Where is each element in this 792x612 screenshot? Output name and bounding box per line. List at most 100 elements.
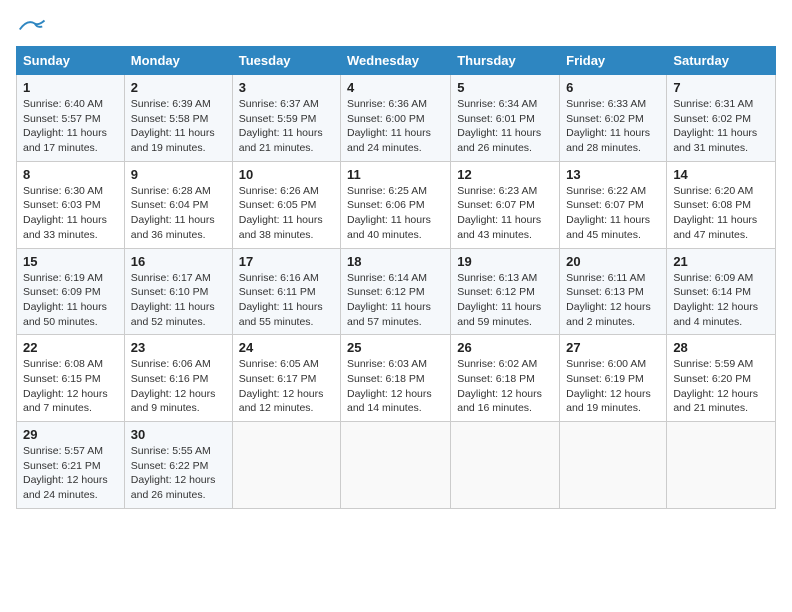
- week-row-5: 29 Sunrise: 5:57 AMSunset: 6:21 PMDayligh…: [17, 422, 776, 509]
- day-info: Sunrise: 6:09 AMSunset: 6:14 PMDaylight:…: [673, 271, 769, 330]
- day-number: 4: [347, 80, 444, 95]
- day-number: 16: [131, 254, 226, 269]
- day-info: Sunrise: 5:57 AMSunset: 6:21 PMDaylight:…: [23, 444, 118, 503]
- day-info: Sunrise: 6:28 AMSunset: 6:04 PMDaylight:…: [131, 184, 226, 243]
- day-info: Sunrise: 6:16 AMSunset: 6:11 PMDaylight:…: [239, 271, 334, 330]
- day-info: Sunrise: 6:06 AMSunset: 6:16 PMDaylight:…: [131, 357, 226, 416]
- day-info: Sunrise: 6:03 AMSunset: 6:18 PMDaylight:…: [347, 357, 444, 416]
- day-number: 28: [673, 340, 769, 355]
- day-info: Sunrise: 6:33 AMSunset: 6:02 PMDaylight:…: [566, 97, 660, 156]
- calendar-cell: 6Sunrise: 6:33 AMSunset: 6:02 PMDaylight…: [560, 75, 667, 162]
- day-info: Sunrise: 6:11 AMSunset: 6:13 PMDaylight:…: [566, 271, 660, 330]
- calendar-cell: [667, 422, 776, 509]
- calendar-cell: [560, 422, 667, 509]
- day-info: Sunrise: 5:59 AMSunset: 6:20 PMDaylight:…: [673, 357, 769, 416]
- day-number: 8: [23, 167, 118, 182]
- calendar-cell: 9 Sunrise: 6:28 AMSunset: 6:04 PMDaylight…: [124, 161, 232, 248]
- week-row-3: 15 Sunrise: 6:19 AMSunset: 6:09 PMDayligh…: [17, 248, 776, 335]
- calendar-cell: 10Sunrise: 6:26 AMSunset: 6:05 PMDayligh…: [232, 161, 340, 248]
- weekday-header-sunday: Sunday: [17, 47, 125, 75]
- day-info: Sunrise: 6:00 AMSunset: 6:19 PMDaylight:…: [566, 357, 660, 416]
- calendar-cell: [232, 422, 340, 509]
- weekday-header-thursday: Thursday: [451, 47, 560, 75]
- day-number: 14: [673, 167, 769, 182]
- day-number: 21: [673, 254, 769, 269]
- week-row-1: 1 Sunrise: 6:40 AMSunset: 5:57 PMDaylight…: [17, 75, 776, 162]
- day-info: Sunrise: 6:05 AMSunset: 6:17 PMDaylight:…: [239, 357, 334, 416]
- calendar-cell: [451, 422, 560, 509]
- calendar-cell: 8 Sunrise: 6:30 AMSunset: 6:03 PMDaylight…: [17, 161, 125, 248]
- day-info: Sunrise: 6:34 AMSunset: 6:01 PMDaylight:…: [457, 97, 553, 156]
- calendar-cell: 27Sunrise: 6:00 AMSunset: 6:19 PMDayligh…: [560, 335, 667, 422]
- day-info: Sunrise: 6:37 AMSunset: 5:59 PMDaylight:…: [239, 97, 334, 156]
- day-number: 17: [239, 254, 334, 269]
- week-row-4: 22 Sunrise: 6:08 AMSunset: 6:15 PMDayligh…: [17, 335, 776, 422]
- day-number: 13: [566, 167, 660, 182]
- day-number: 1: [23, 80, 118, 95]
- calendar-table: SundayMondayTuesdayWednesdayThursdayFrid…: [16, 46, 776, 509]
- calendar-cell: 15 Sunrise: 6:19 AMSunset: 6:09 PMDayligh…: [17, 248, 125, 335]
- day-number: 18: [347, 254, 444, 269]
- logo: [16, 16, 54, 34]
- calendar-cell: 24 Sunrise: 6:05 AMSunset: 6:17 PMDayligh…: [232, 335, 340, 422]
- calendar-cell: 18 Sunrise: 6:14 AMSunset: 6:12 PMDayligh…: [341, 248, 451, 335]
- calendar-cell: 20 Sunrise: 6:11 AMSunset: 6:13 PMDayligh…: [560, 248, 667, 335]
- page-header: [16, 16, 776, 34]
- day-number: 7: [673, 80, 769, 95]
- day-info: Sunrise: 6:26 AMSunset: 6:05 PMDaylight:…: [239, 184, 334, 243]
- day-number: 3: [239, 80, 334, 95]
- day-info: Sunrise: 6:13 AMSunset: 6:12 PMDaylight:…: [457, 271, 553, 330]
- weekday-header-wednesday: Wednesday: [341, 47, 451, 75]
- calendar-cell: 7 Sunrise: 6:31 AMSunset: 6:02 PMDaylight…: [667, 75, 776, 162]
- weekday-header-friday: Friday: [560, 47, 667, 75]
- calendar-cell: 26Sunrise: 6:02 AMSunset: 6:18 PMDayligh…: [451, 335, 560, 422]
- day-info: Sunrise: 6:31 AMSunset: 6:02 PMDaylight:…: [673, 97, 769, 156]
- day-number: 26: [457, 340, 553, 355]
- day-number: 30: [131, 427, 226, 442]
- calendar-body: 1 Sunrise: 6:40 AMSunset: 5:57 PMDaylight…: [17, 75, 776, 509]
- calendar-cell: 25 Sunrise: 6:03 AMSunset: 6:18 PMDayligh…: [341, 335, 451, 422]
- calendar-cell: 21 Sunrise: 6:09 AMSunset: 6:14 PMDayligh…: [667, 248, 776, 335]
- day-number: 24: [239, 340, 334, 355]
- day-number: 22: [23, 340, 118, 355]
- calendar-cell: 23 Sunrise: 6:06 AMSunset: 6:16 PMDayligh…: [124, 335, 232, 422]
- day-info: Sunrise: 6:30 AMSunset: 6:03 PMDaylight:…: [23, 184, 118, 243]
- day-info: Sunrise: 6:08 AMSunset: 6:15 PMDaylight:…: [23, 357, 118, 416]
- calendar-cell: 28 Sunrise: 5:59 AMSunset: 6:20 PMDayligh…: [667, 335, 776, 422]
- calendar-cell: 22 Sunrise: 6:08 AMSunset: 6:15 PMDayligh…: [17, 335, 125, 422]
- day-info: Sunrise: 6:14 AMSunset: 6:12 PMDaylight:…: [347, 271, 444, 330]
- calendar-cell: 16 Sunrise: 6:17 AMSunset: 6:10 PMDayligh…: [124, 248, 232, 335]
- calendar-cell: 11 Sunrise: 6:25 AMSunset: 6:06 PMDayligh…: [341, 161, 451, 248]
- calendar-cell: 14 Sunrise: 6:20 AMSunset: 6:08 PMDayligh…: [667, 161, 776, 248]
- day-info: Sunrise: 5:55 AMSunset: 6:22 PMDaylight:…: [131, 444, 226, 503]
- calendar-cell: 5 Sunrise: 6:34 AMSunset: 6:01 PMDaylight…: [451, 75, 560, 162]
- calendar-cell: 13Sunrise: 6:22 AMSunset: 6:07 PMDayligh…: [560, 161, 667, 248]
- day-number: 25: [347, 340, 444, 355]
- calendar-cell: [341, 422, 451, 509]
- calendar-cell: 19Sunrise: 6:13 AMSunset: 6:12 PMDayligh…: [451, 248, 560, 335]
- day-info: Sunrise: 6:36 AMSunset: 6:00 PMDaylight:…: [347, 97, 444, 156]
- calendar-cell: 17 Sunrise: 6:16 AMSunset: 6:11 PMDayligh…: [232, 248, 340, 335]
- day-number: 29: [23, 427, 118, 442]
- weekday-header-row: SundayMondayTuesdayWednesdayThursdayFrid…: [17, 47, 776, 75]
- day-info: Sunrise: 6:23 AMSunset: 6:07 PMDaylight:…: [457, 184, 553, 243]
- day-info: Sunrise: 6:19 AMSunset: 6:09 PMDaylight:…: [23, 271, 118, 330]
- day-number: 15: [23, 254, 118, 269]
- day-number: 20: [566, 254, 660, 269]
- logo-bird-icon: [16, 16, 46, 34]
- calendar-cell: 2Sunrise: 6:39 AMSunset: 5:58 PMDaylight…: [124, 75, 232, 162]
- day-number: 23: [131, 340, 226, 355]
- calendar-cell: 30 Sunrise: 5:55 AMSunset: 6:22 PMDayligh…: [124, 422, 232, 509]
- weekday-header-saturday: Saturday: [667, 47, 776, 75]
- day-number: 2: [131, 80, 226, 95]
- day-number: 5: [457, 80, 553, 95]
- day-number: 12: [457, 167, 553, 182]
- calendar-cell: 29 Sunrise: 5:57 AMSunset: 6:21 PMDayligh…: [17, 422, 125, 509]
- day-info: Sunrise: 6:17 AMSunset: 6:10 PMDaylight:…: [131, 271, 226, 330]
- day-number: 9: [131, 167, 226, 182]
- weekday-header-tuesday: Tuesday: [232, 47, 340, 75]
- day-number: 11: [347, 167, 444, 182]
- day-info: Sunrise: 6:25 AMSunset: 6:06 PMDaylight:…: [347, 184, 444, 243]
- day-info: Sunrise: 6:40 AMSunset: 5:57 PMDaylight:…: [23, 97, 118, 156]
- day-info: Sunrise: 6:20 AMSunset: 6:08 PMDaylight:…: [673, 184, 769, 243]
